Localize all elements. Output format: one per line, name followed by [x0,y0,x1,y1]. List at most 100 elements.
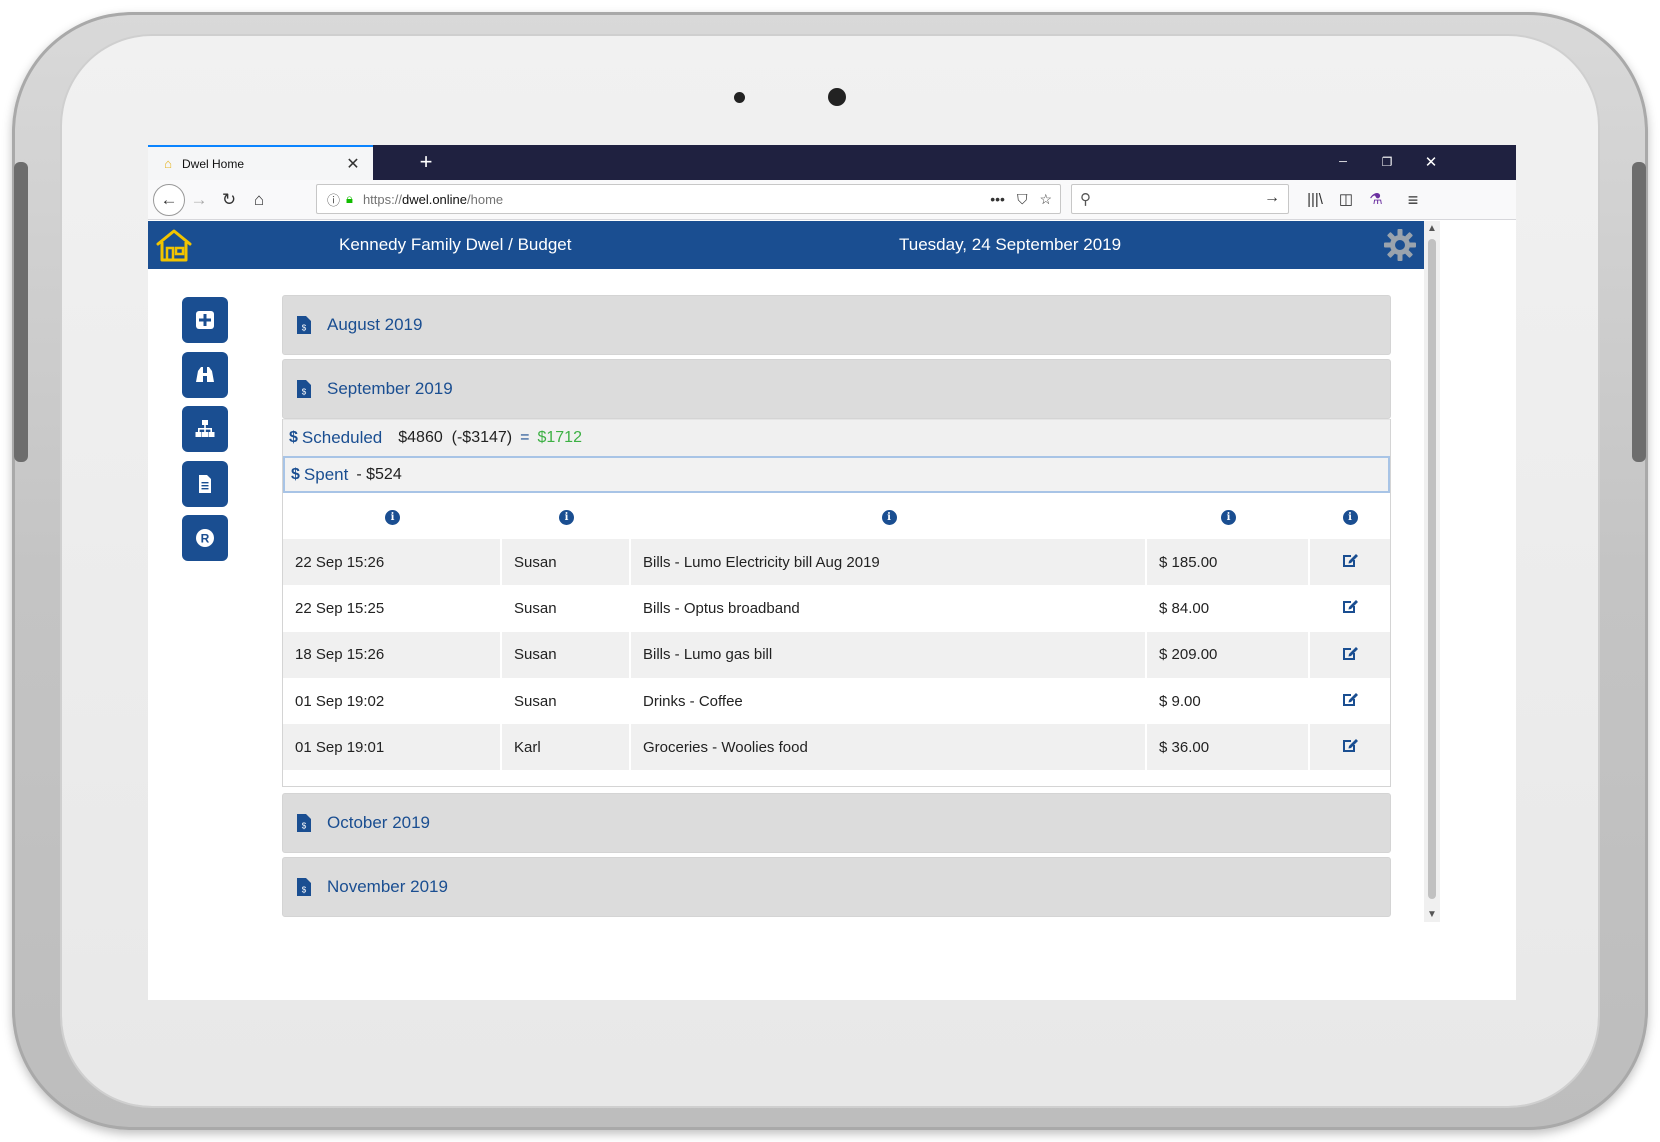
back-button[interactable]: ← [153,184,185,216]
url-bar[interactable]: ⓘ 🔒︎ https://dwel.online/home ••• ⛉ ☆ [316,184,1061,214]
svg-text:$: $ [302,388,307,397]
tablet-side-button-right [1632,162,1646,462]
edit-icon[interactable] [1341,644,1359,662]
info-icon[interactable]: i [559,510,574,525]
tx-description: Bills - Lumo Electricity bill Aug 2019 [631,539,1147,586]
search-input[interactable]: ⚲ → [1071,184,1289,214]
url-host: dwel.online [401,191,468,207]
tx-amount: $ 209.00 [1147,631,1310,678]
svg-text:$: $ [302,886,307,895]
add-entry-button[interactable] [182,297,228,343]
table-spacer [283,770,1390,786]
browser-tab-strip: ⌂ Dwel Home ✕ + ─ ❐ ✕ [148,145,1516,180]
search-go-icon[interactable]: → [1264,189,1280,207]
forward-button[interactable]: → [185,186,213,214]
bookmark-star-icon[interactable]: ☆ [1039,191,1052,208]
invoice-icon: $ [297,878,311,897]
tx-person: Karl [502,724,631,771]
house-favicon-icon: ⌂ [164,156,172,171]
sitemap-icon [195,420,215,437]
tx-person: Susan [502,585,631,632]
scheduled-spent: (-$3147) [451,429,513,446]
edit-icon[interactable] [1341,736,1359,754]
app-header: Kennedy Family Dwel / Budget Tuesday, 24… [148,221,1424,269]
edit-icon[interactable] [1341,597,1359,615]
screen: ⌂ Dwel Home ✕ + ─ ❐ ✕ ← → ↻ ⌂ ⓘ 🔒︎ https… [148,145,1516,1000]
month-panel-august[interactable]: $ August 2019 [282,295,1391,355]
month-label: September 2019 [327,379,453,398]
month-panel-october[interactable]: $ October 2019 [282,793,1391,854]
tx-description: Bills - Optus broadband [631,585,1147,632]
tx-date: 22 Sep 15:25 [283,585,502,632]
scroll-up-icon[interactable]: ▲ [1424,223,1440,234]
page-scrollbar[interactable]: ▲ ▼ [1424,221,1440,922]
month-panel-november[interactable]: $ November 2019 [282,857,1391,918]
edit-icon[interactable] [1341,690,1359,708]
budget-content: $ August 2019 $ September 2019 $ Schedul… [282,295,1391,921]
hamburger-menu-icon[interactable]: ≡ [1399,186,1427,214]
currency-toggle-icon: $ [291,465,300,483]
close-window-button[interactable]: ✕ [1408,145,1454,180]
library-icon[interactable]: |||\ [1301,186,1329,214]
tx-amount: $ 84.00 [1147,585,1310,632]
spent-amount: - $524 [356,465,402,483]
search-button[interactable] [182,351,228,398]
tx-date: 22 Sep 15:26 [283,539,502,586]
minimize-button[interactable]: ─ [1320,145,1366,180]
tx-amount: $ 9.00 [1147,677,1310,725]
restore-button[interactable]: ❐ [1364,145,1410,180]
tx-date: 01 Sep 19:02 [283,677,502,725]
scrollbar-thumb[interactable] [1428,239,1436,899]
binoculars-icon [196,366,214,382]
month-panel-september[interactable]: $ September 2019 [282,359,1391,419]
browser-tab[interactable]: ⌂ Dwel Home ✕ [148,145,373,180]
spent-summary[interactable]: $ Spent - $524 [283,456,1390,493]
tx-amount: $ 185.00 [1147,539,1310,586]
scroll-down-icon[interactable]: ▼ [1424,909,1440,920]
tx-person: Susan [502,677,631,725]
scheduled-summary[interactable]: $ Scheduled $4860 (-$3147) = $1712 [283,419,1390,456]
lab-flask-icon[interactable]: ⚗ [1362,186,1390,214]
hierarchy-button[interactable] [182,406,228,452]
tx-person: Susan [502,631,631,678]
browser-navbar: ← → ↻ ⌂ ⓘ 🔒︎ https://dwel.online/home ••… [148,180,1516,220]
amount-column-header: i [1147,493,1310,539]
page-actions-icon[interactable]: ••• [990,191,1005,207]
month-label: August 2019 [327,315,423,334]
url-text[interactable]: https://dwel.online/home [363,192,503,207]
current-date: Tuesday, 24 September 2019 [899,235,1122,254]
info-icon[interactable]: i [1342,510,1358,525]
tx-edit-cell [1310,539,1390,586]
table-row[interactable]: 22 Sep 15:26 Susan Bills - Lumo Electric… [283,539,1390,586]
invoice-icon: $ [297,380,311,398]
pocket-icon[interactable]: ⛉ [1017,191,1028,208]
gear-icon[interactable] [1382,227,1418,263]
home-button[interactable]: ⌂ [245,186,273,214]
scheduled-amount: $4860 [398,429,443,446]
sensor-icon [734,92,745,103]
info-icon[interactable]: i [881,510,897,525]
tablet-side-button-left [14,162,28,462]
table-row[interactable]: 01 Sep 19:01 Karl Groceries - Woolies fo… [283,724,1390,771]
document-button[interactable] [182,460,228,507]
info-icon[interactable]: i [385,510,400,525]
home-logo-icon[interactable] [154,227,194,263]
tab-close-icon[interactable]: ✕ [341,154,365,174]
camera-icon [828,88,846,106]
edit-icon[interactable] [1341,551,1359,569]
table-row[interactable]: 01 Sep 19:02 Susan Drinks - Coffee $ 9.0… [283,677,1390,725]
info-icon[interactable]: i [1221,510,1236,525]
person-column-header: i [502,493,631,539]
reload-button[interactable]: ↻ [215,186,243,214]
table-row[interactable]: 22 Sep 15:25 Susan Bills - Optus broadba… [283,585,1390,632]
search-icon: ⚲ [1080,191,1091,208]
r-badge-button[interactable]: R [182,515,228,561]
description-column-header: i [631,493,1147,539]
info-icon[interactable]: ⓘ [327,190,340,209]
new-tab-button[interactable]: + [410,147,442,177]
sidebar-icon[interactable]: ◫ [1332,186,1360,214]
scheduled-remaining: $1712 [537,429,582,446]
table-row[interactable]: 18 Sep 15:26 Susan Bills - Lumo gas bill… [283,631,1390,678]
edit-column-header: i [1310,493,1390,539]
page-title: Kennedy Family Dwel / Budget [339,235,572,254]
